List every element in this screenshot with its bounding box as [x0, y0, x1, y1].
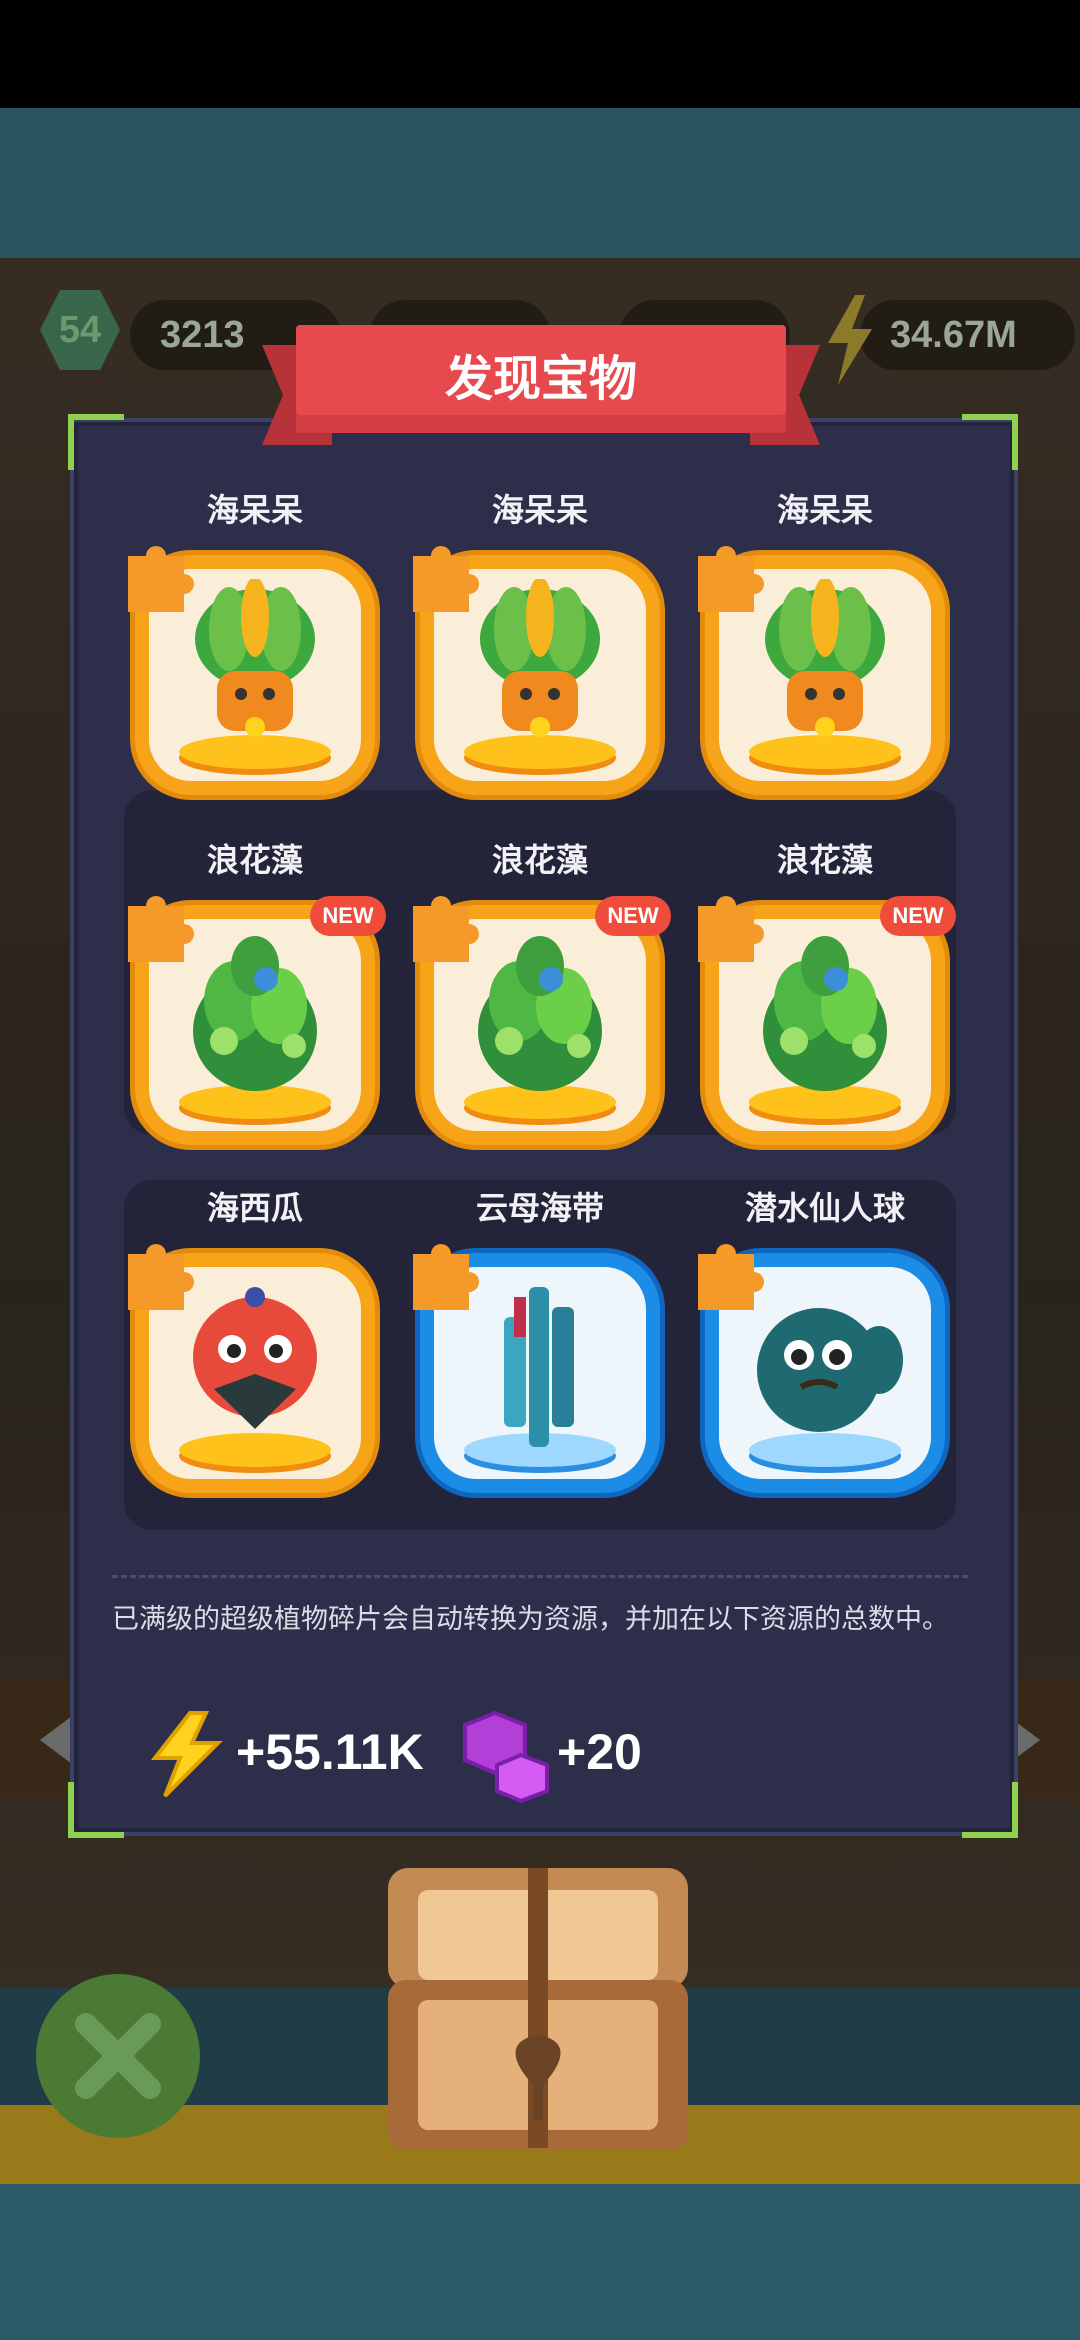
purple-gem-icon [455, 1705, 555, 1805]
new-badge: NEW [880, 896, 956, 936]
leafy-pineapple-plant-icon [765, 579, 885, 737]
item-name: 海西瓜 [206, 1189, 303, 1227]
item-name: 云母海带 [475, 1189, 604, 1227]
puzzle-piece-icon [403, 536, 479, 612]
item-name: 海呆呆 [491, 491, 588, 529]
panel-corner-bottom-right [962, 1782, 1018, 1838]
item-name: 海呆呆 [776, 491, 873, 529]
energy-counter: 34.67M [860, 300, 1075, 370]
conversion-note: 已满级的超级植物碎片会自动转换为资源，并加在以下资源的总数中。 [112, 1604, 949, 1635]
item-name: 潜水仙人球 [744, 1189, 905, 1227]
sea-melon-creature-icon [193, 1287, 317, 1429]
puzzle-piece-icon [688, 1234, 764, 1310]
gem-reward-amount: +20 [557, 1724, 642, 1780]
status-bar [0, 0, 1080, 108]
background-bottom-strip [0, 2184, 1080, 2340]
treasure-chest[interactable] [378, 1860, 698, 2160]
puzzle-piece-icon [118, 886, 194, 962]
panel-corner-top-right [962, 414, 1018, 470]
puzzle-piece-icon [403, 1234, 479, 1310]
seaweed-bush-icon [478, 936, 602, 1091]
puzzle-piece-icon [118, 536, 194, 612]
seaweed-bush-icon [193, 936, 317, 1091]
mica-kelp-icon [504, 1287, 574, 1447]
puzzle-piece-icon [688, 536, 764, 612]
diving-cactus-icon [757, 1308, 903, 1432]
leafy-pineapple-plant-icon [480, 579, 600, 737]
treasure-chest-icon [388, 1868, 688, 2150]
seaweed-bush-icon [763, 936, 887, 1091]
leafy-pineapple-plant-icon [195, 579, 315, 737]
puzzle-piece-icon [118, 1234, 194, 1310]
dialog-title: 发现宝物 [444, 351, 637, 407]
panel-corner-top-left [68, 414, 124, 470]
energy-reward-amount: +55.11K [236, 1724, 424, 1780]
new-badge: NEW [310, 896, 386, 936]
puzzle-piece-icon [403, 886, 479, 962]
background-sky [0, 108, 1080, 258]
close-button[interactable] [36, 1974, 200, 2138]
new-badge: NEW [595, 896, 671, 936]
puzzle-piece-icon [688, 886, 764, 962]
panel-corner-bottom-left [68, 1782, 124, 1838]
item-name: 海呆呆 [206, 491, 303, 529]
close-icon [75, 2013, 161, 2099]
divider [112, 1575, 968, 1578]
lightning-icon [820, 295, 880, 385]
item-name: 浪花藻 [206, 841, 303, 879]
item-name: 浪花藻 [776, 841, 873, 879]
lightning-bolt-icon [140, 1708, 230, 1798]
item-name: 浪花藻 [491, 841, 588, 879]
